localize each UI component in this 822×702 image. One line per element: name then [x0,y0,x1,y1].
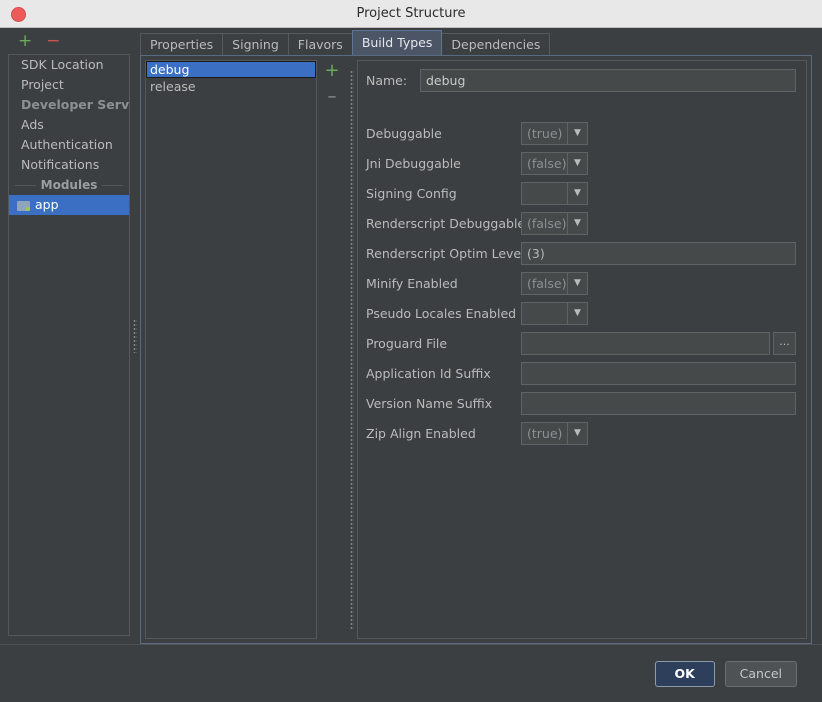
combo-renderscript-debuggable[interactable]: (false) ▼ [521,211,588,235]
window-title: Project Structure [356,6,466,21]
list-item[interactable]: release [146,78,316,95]
chevron-down-icon: ▼ [567,151,588,175]
combo-minify-enabled-value: (false) [521,271,567,295]
browse-button[interactable]: ... [773,331,796,355]
field-row-jni-debuggable: Jni Debuggable (false) ▼ [366,148,796,178]
chevron-down-icon: ▼ [567,181,588,205]
chevron-down-icon: ▼ [567,121,588,145]
combo-jni-debuggable[interactable]: (false) ▼ [521,151,588,175]
sidebar-item-app[interactable]: app [9,195,129,215]
label-jni-debuggable: Jni Debuggable [366,155,461,171]
content-area: + − SDK Location Project Developer Servi… [0,28,822,644]
separator-line-right [102,184,123,186]
sidebar-item-project[interactable]: Project [9,75,129,95]
combo-signing-config[interactable]: ▼ [521,181,588,205]
list-item[interactable]: debug [146,61,316,78]
separator-line-left [15,184,36,186]
left-nav-list: SDK Location Project Developer Servic...… [8,54,130,636]
input-version-name-suffix[interactable] [521,391,796,415]
folder-icon [17,200,30,211]
combo-zip-align-enabled-value: (true) [521,421,567,445]
modules-separator-label: Modules [40,178,98,192]
cancel-button[interactable]: Cancel [724,660,797,687]
sidebar-item-authentication[interactable]: Authentication [9,135,129,155]
left-nav-panel: + − SDK Location Project Developer Servi… [0,28,130,644]
chevron-down-icon: ▼ [567,271,588,295]
field-row-debuggable: Debuggable (true) ▼ [366,118,796,148]
combo-debuggable-value: (true) [521,121,567,145]
chevron-down-icon: ▼ [567,301,588,325]
tab-properties[interactable]: Properties [140,33,224,55]
name-label: Name: [366,73,408,88]
name-row: Name: debug [366,69,796,92]
tab-flavors[interactable]: Flavors [287,33,353,55]
form-splitter[interactable] [347,60,357,639]
combo-jni-debuggable-value: (false) [521,151,567,175]
combo-zip-align-enabled[interactable]: (true) ▼ [521,421,588,445]
field-row-renderscript-debuggable: Renderscript Debuggable (false) ▼ [366,208,796,238]
combo-debuggable[interactable]: (true) ▼ [521,121,588,145]
tab-bar: Properties Signing Flavors Build Types D… [140,28,812,55]
sidebar-item-ads[interactable]: Ads [9,115,129,135]
combo-pseudo-locales-enabled[interactable]: ▼ [521,301,588,325]
sidebar-item-notifications[interactable]: Notifications [9,155,129,175]
name-input[interactable]: debug [420,69,796,92]
sidebar-item-sdk-location[interactable]: SDK Location [9,55,129,75]
minus-icon[interactable]: − [46,32,60,50]
field-row-zip-align-enabled: Zip Align Enabled (true) ▼ [366,418,796,448]
close-icon[interactable] [11,7,26,22]
label-version-name-suffix: Version Name Suffix [366,395,493,411]
modules-separator: Modules [9,175,129,195]
dialog-footer: OK Cancel [0,644,822,702]
remove-build-type-button[interactable]: – [328,88,337,106]
build-type-form: Name: debug Debuggable (true) ▼ Jni Debu… [357,60,807,639]
input-renderscript-optim-level[interactable]: (3) [521,241,796,265]
sidebar-item-app-label: app [35,197,59,212]
field-row-version-name-suffix: Version Name Suffix [366,388,796,418]
label-renderscript-optim-level: Renderscript Optim Level [366,245,525,261]
build-types-panel: debug release + – Name: debug Debuggable… [140,55,812,644]
combo-pseudo-locales-enabled-value [521,301,567,325]
label-pseudo-locales-enabled: Pseudo Locales Enabled [366,305,517,321]
field-row-pseudo-locales-enabled: Pseudo Locales Enabled ▼ [366,298,796,328]
field-row-proguard-file: Proguard File ... [366,328,796,358]
combo-renderscript-debuggable-value: (false) [521,211,567,235]
label-proguard-file: Proguard File [366,335,448,351]
label-debuggable: Debuggable [366,125,442,141]
add-build-type-button[interactable]: + [324,62,339,80]
field-row-application-id-suffix: Application Id Suffix [366,358,796,388]
field-row-signing-config: Signing Config ▼ [366,178,796,208]
chevron-down-icon: ▼ [567,421,588,445]
dialog-body: + − SDK Location Project Developer Servi… [0,28,822,702]
label-minify-enabled: Minify Enabled [366,275,458,291]
splitter-grip-icon [133,319,137,353]
ok-button[interactable]: OK [654,660,715,687]
left-nav-toolbar: + − [8,28,130,54]
tab-dependencies[interactable]: Dependencies [441,33,551,55]
plus-icon[interactable]: + [18,32,32,50]
build-types-list: debug release [145,60,317,639]
field-row-minify-enabled: Minify Enabled (false) ▼ [366,268,796,298]
proguard-file-control: ... [521,331,796,355]
chevron-down-icon: ▼ [567,211,588,235]
field-row-renderscript-optim-level: Renderscript Optim Level (3) [366,238,796,268]
input-application-id-suffix[interactable] [521,361,796,385]
input-proguard-file[interactable] [521,331,770,355]
label-application-id-suffix: Application Id Suffix [366,365,491,381]
window-titlebar: Project Structure [0,0,822,28]
tab-build-types[interactable]: Build Types [351,30,443,55]
right-panel: Properties Signing Flavors Build Types D… [140,28,822,644]
label-renderscript-debuggable: Renderscript Debuggable [366,215,526,231]
combo-minify-enabled[interactable]: (false) ▼ [521,271,588,295]
combo-signing-config-value [521,181,567,205]
form-splitter-grip-icon [350,69,354,630]
sidebar-item-developer-services[interactable]: Developer Servic... [9,95,129,115]
tab-signing[interactable]: Signing [222,33,289,55]
panel-splitter[interactable] [130,28,140,644]
label-signing-config: Signing Config [366,185,457,201]
label-zip-align-enabled: Zip Align Enabled [366,425,476,441]
build-types-list-buttons: + – [317,60,347,639]
